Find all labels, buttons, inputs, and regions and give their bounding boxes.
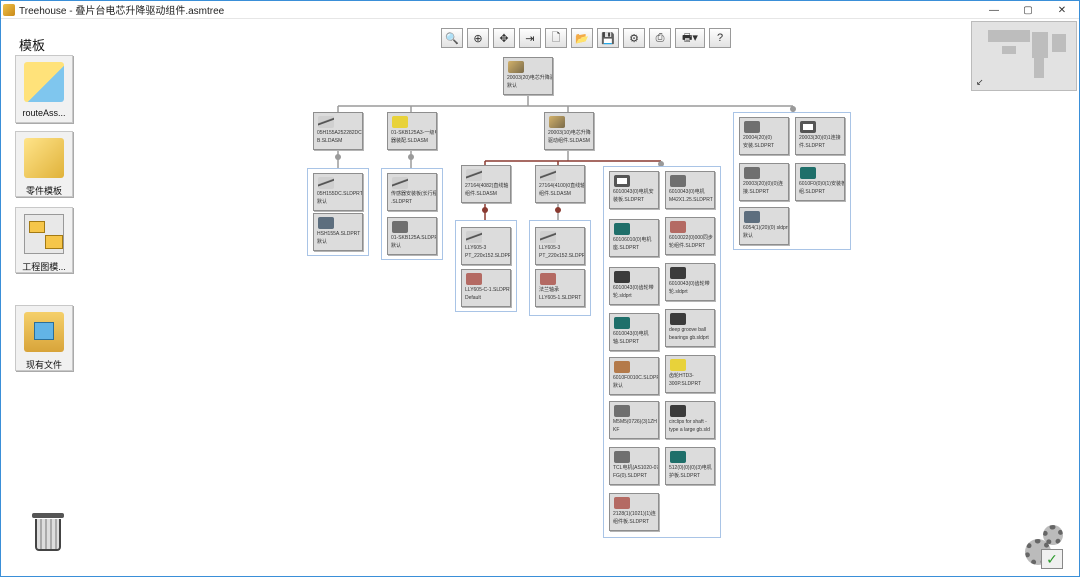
tree-node-subassembly[interactable]: 27164(4100)0直线轴 组件.SLDASM (535, 165, 585, 203)
tree-node-subassembly[interactable]: 20003(10)电芯升降 驱动组件.SLDASM (544, 112, 594, 150)
belt-thumbnail (670, 359, 686, 371)
settings-gears-icon[interactable]: ✓ (1025, 521, 1069, 571)
tree-node-part[interactable]: 6010043(0)齿轮带 轮.sldprt (665, 263, 715, 301)
pulley-thumbnail (614, 271, 630, 283)
tree-node-part[interactable]: 6054(1)(20)(0) sldprt 默认 (739, 207, 789, 245)
tree-node-part[interactable]: 05H155DC.SLDPRT 默认 (313, 173, 363, 211)
rod-thumbnail (318, 177, 334, 189)
bracket-thumbnail (744, 121, 760, 133)
part-thumbnail (392, 221, 408, 233)
motor-thumbnail (670, 175, 686, 187)
plate-thumbnail (614, 497, 630, 509)
tree-node-part[interactable]: TCL电机(AS1020-07- FG(0).SLDPRT (609, 447, 659, 485)
tree-node-subassembly[interactable]: 01-SKB125A3-一级电 器装配.SLDASM (387, 112, 437, 150)
tree-node-part[interactable]: circlips for shaft - type a large gb.sld (665, 401, 715, 439)
rod-thumbnail (540, 231, 556, 243)
bearing-thumbnail (540, 273, 556, 285)
tree-node-part[interactable]: 20004(20)(0) 安装.SLDPRT (739, 117, 789, 155)
rod-thumbnail (392, 177, 408, 189)
part-thumbnail (744, 211, 760, 223)
tree-node-part[interactable]: 01-SKB125A.SLDPRT 默认 (387, 217, 437, 255)
tree-node-part[interactable]: 法兰轴承 LLY605-1.SLDPRT (535, 269, 585, 307)
tree-node-part[interactable]: 20003(20)(0)(0)连 接.SLDPRT (739, 163, 789, 201)
circlip-thumbnail (670, 405, 686, 417)
tree-node-root[interactable]: 20003(20)电芯升降驱动组件.SLDASM 默认 (503, 57, 553, 95)
tree-node-part[interactable]: 6010043(0)电机 轴.SLDPRT (609, 313, 659, 351)
pulley-thumbnail (670, 267, 686, 279)
disc-thumbnail (614, 361, 630, 373)
rod-thumbnail (466, 169, 482, 181)
tree-node-part[interactable]: deep groove ball bearings gb.sldprt (665, 309, 715, 347)
tree-node-part[interactable]: 20003(30)(0)1连接 件.SLDPRT (795, 117, 845, 155)
tree-node-part[interactable]: LLY605-3 PT_220x152.SLDPRT (535, 227, 585, 265)
plate-thumbnail (614, 175, 630, 187)
rod-thumbnail (466, 231, 482, 243)
assembly-thumbnail (549, 116, 565, 128)
tree-node-part[interactable]: 6010043(0)齿轮带 轮.sldprt (609, 267, 659, 305)
pulley-group-thumbnail (670, 221, 686, 233)
tree-node-subassembly[interactable]: 27164(4082)直线轴 组件.SLDASM (461, 165, 511, 203)
assembly-thumbnail (508, 61, 524, 73)
motor-thumbnail (614, 451, 630, 463)
shaft-thumbnail (614, 317, 630, 329)
tree-node-part[interactable]: 6010F0(0)0(1)安装板 组.SLDPRT (795, 163, 845, 201)
tree-node-part[interactable]: 齿轮HTD3- 300P.SLDPRT (665, 355, 715, 393)
tree-node-part[interactable]: 传感器安装板(长行程) .SLDPRT (387, 173, 437, 211)
tree-node-part[interactable]: 6010043(0)电机安 装板.SLDPRT (609, 171, 659, 209)
plate-thumbnail (800, 167, 816, 179)
bearing-thumbnail (670, 313, 686, 325)
checkmark-icon: ✓ (1041, 549, 1063, 569)
block-thumbnail (318, 217, 334, 229)
tree-node-part[interactable]: M5M5(0726)(3)1ZH KF (609, 401, 659, 439)
bracket-thumbnail (744, 167, 760, 179)
rod-thumbnail (318, 116, 334, 128)
tree-node-part[interactable]: 512(0)(0)(0)(3)电机 护板.SLDPRT (665, 447, 715, 485)
rod-thumbnail (540, 169, 556, 181)
plate-thumbnail (670, 451, 686, 463)
tree-node-part[interactable]: 2128(1)(1021)(1)连 组件板.SLDPRT (609, 493, 659, 531)
frame-thumbnail (800, 121, 816, 133)
tree-node-part[interactable]: HSH155A.SLDPRT 默认 (313, 213, 363, 251)
tree-node-part[interactable]: LLY605-3 PT_220x152.SLDPRT (461, 227, 511, 265)
tree-node-part[interactable]: LLY605-C-1.SLDPRT Default (461, 269, 511, 307)
tree-node-part[interactable]: 6010F0010C.SLDPRT 默认 (609, 357, 659, 395)
tree-node-part[interactable]: 60106010(0)电机 座.SLDPRT (609, 219, 659, 257)
motor-thumbnail (614, 405, 630, 417)
motor-seat-thumbnail (614, 223, 630, 235)
tree-node-part[interactable]: 6010043(0)电机 M42X1.25.SLDPRT (665, 171, 715, 209)
bearing-thumbnail (466, 273, 482, 285)
assembly-thumbnail (392, 116, 408, 128)
tree-node-part[interactable]: 6010022(0)000同步 轮组件.SLDPRT (665, 217, 715, 255)
tree-node-subassembly[interactable]: 05H155A252282DC B.SLDASM (313, 112, 363, 150)
